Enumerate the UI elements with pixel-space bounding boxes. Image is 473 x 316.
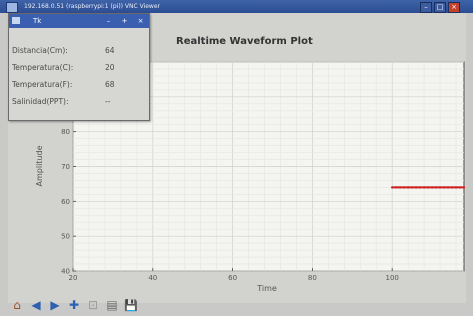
y-tick-label: 50 xyxy=(61,233,70,241)
plot-toolbar: ⌂ ◀ ▶ ✚ ⊡ ▤ 💾 xyxy=(10,296,138,314)
series-point xyxy=(462,186,466,189)
series-point xyxy=(422,186,426,189)
series-point xyxy=(398,186,402,189)
series-point xyxy=(406,186,410,189)
series-point xyxy=(458,186,462,189)
x-axis-label: Time xyxy=(256,284,277,293)
x-tick-label: 80 xyxy=(308,274,317,282)
y-tick-label: 80 xyxy=(61,128,70,136)
series-point xyxy=(390,186,394,189)
forward-icon[interactable]: ▶ xyxy=(48,298,62,312)
configure-icon[interactable]: ▤ xyxy=(105,298,119,312)
tk-minimize-button[interactable]: – xyxy=(103,16,114,26)
series-point xyxy=(394,186,398,189)
temperature-f-value: 68 xyxy=(105,80,115,89)
x-tick-label: 100 xyxy=(385,274,398,282)
zoom-icon[interactable]: ⊡ xyxy=(86,298,100,312)
distance-label: Distancia(Cm): xyxy=(12,46,68,55)
pan-icon[interactable]: ✚ xyxy=(67,298,81,312)
tk-titlebar[interactable]: Tk – + × xyxy=(9,14,149,28)
tk-window-title: Tk xyxy=(33,17,42,25)
distance-value: 64 xyxy=(105,46,115,55)
salinity-value: -- xyxy=(105,97,111,106)
y-axis-label: Amplitude xyxy=(35,145,44,186)
tk-readout-window: Tk – + × Distancia(Cm): 64 Temperatura(C… xyxy=(8,13,150,121)
temperature-c-value: 20 xyxy=(105,63,115,72)
tk-app-icon xyxy=(12,17,20,24)
back-icon[interactable]: ◀ xyxy=(29,298,43,312)
series-point xyxy=(402,186,406,189)
series-point xyxy=(454,186,458,189)
series-point xyxy=(430,186,434,189)
series-point xyxy=(426,186,430,189)
salinity-label: Salinidad(PPT): xyxy=(12,97,69,106)
series-point xyxy=(446,186,450,189)
series-point xyxy=(410,186,414,189)
series-point xyxy=(414,186,418,189)
x-tick-label: 40 xyxy=(148,274,157,282)
series-point xyxy=(418,186,422,189)
y-tick-label: 60 xyxy=(61,198,70,206)
x-tick-label: 60 xyxy=(228,274,237,282)
save-icon[interactable]: 💾 xyxy=(124,298,138,312)
series-point xyxy=(442,186,446,189)
series-point xyxy=(434,186,438,189)
temperature-f-label: Temperatura(F): xyxy=(12,80,73,89)
series-point xyxy=(450,186,454,189)
series-point xyxy=(438,186,442,189)
y-tick-label: 40 xyxy=(61,268,70,276)
data-series xyxy=(390,186,466,189)
tk-close-button[interactable]: × xyxy=(135,16,146,26)
home-icon[interactable]: ⌂ xyxy=(10,298,24,312)
tk-maximize-button[interactable]: + xyxy=(119,16,130,26)
y-tick-label: 70 xyxy=(61,163,70,171)
temperature-c-label: Temperatura(C): xyxy=(12,63,74,72)
